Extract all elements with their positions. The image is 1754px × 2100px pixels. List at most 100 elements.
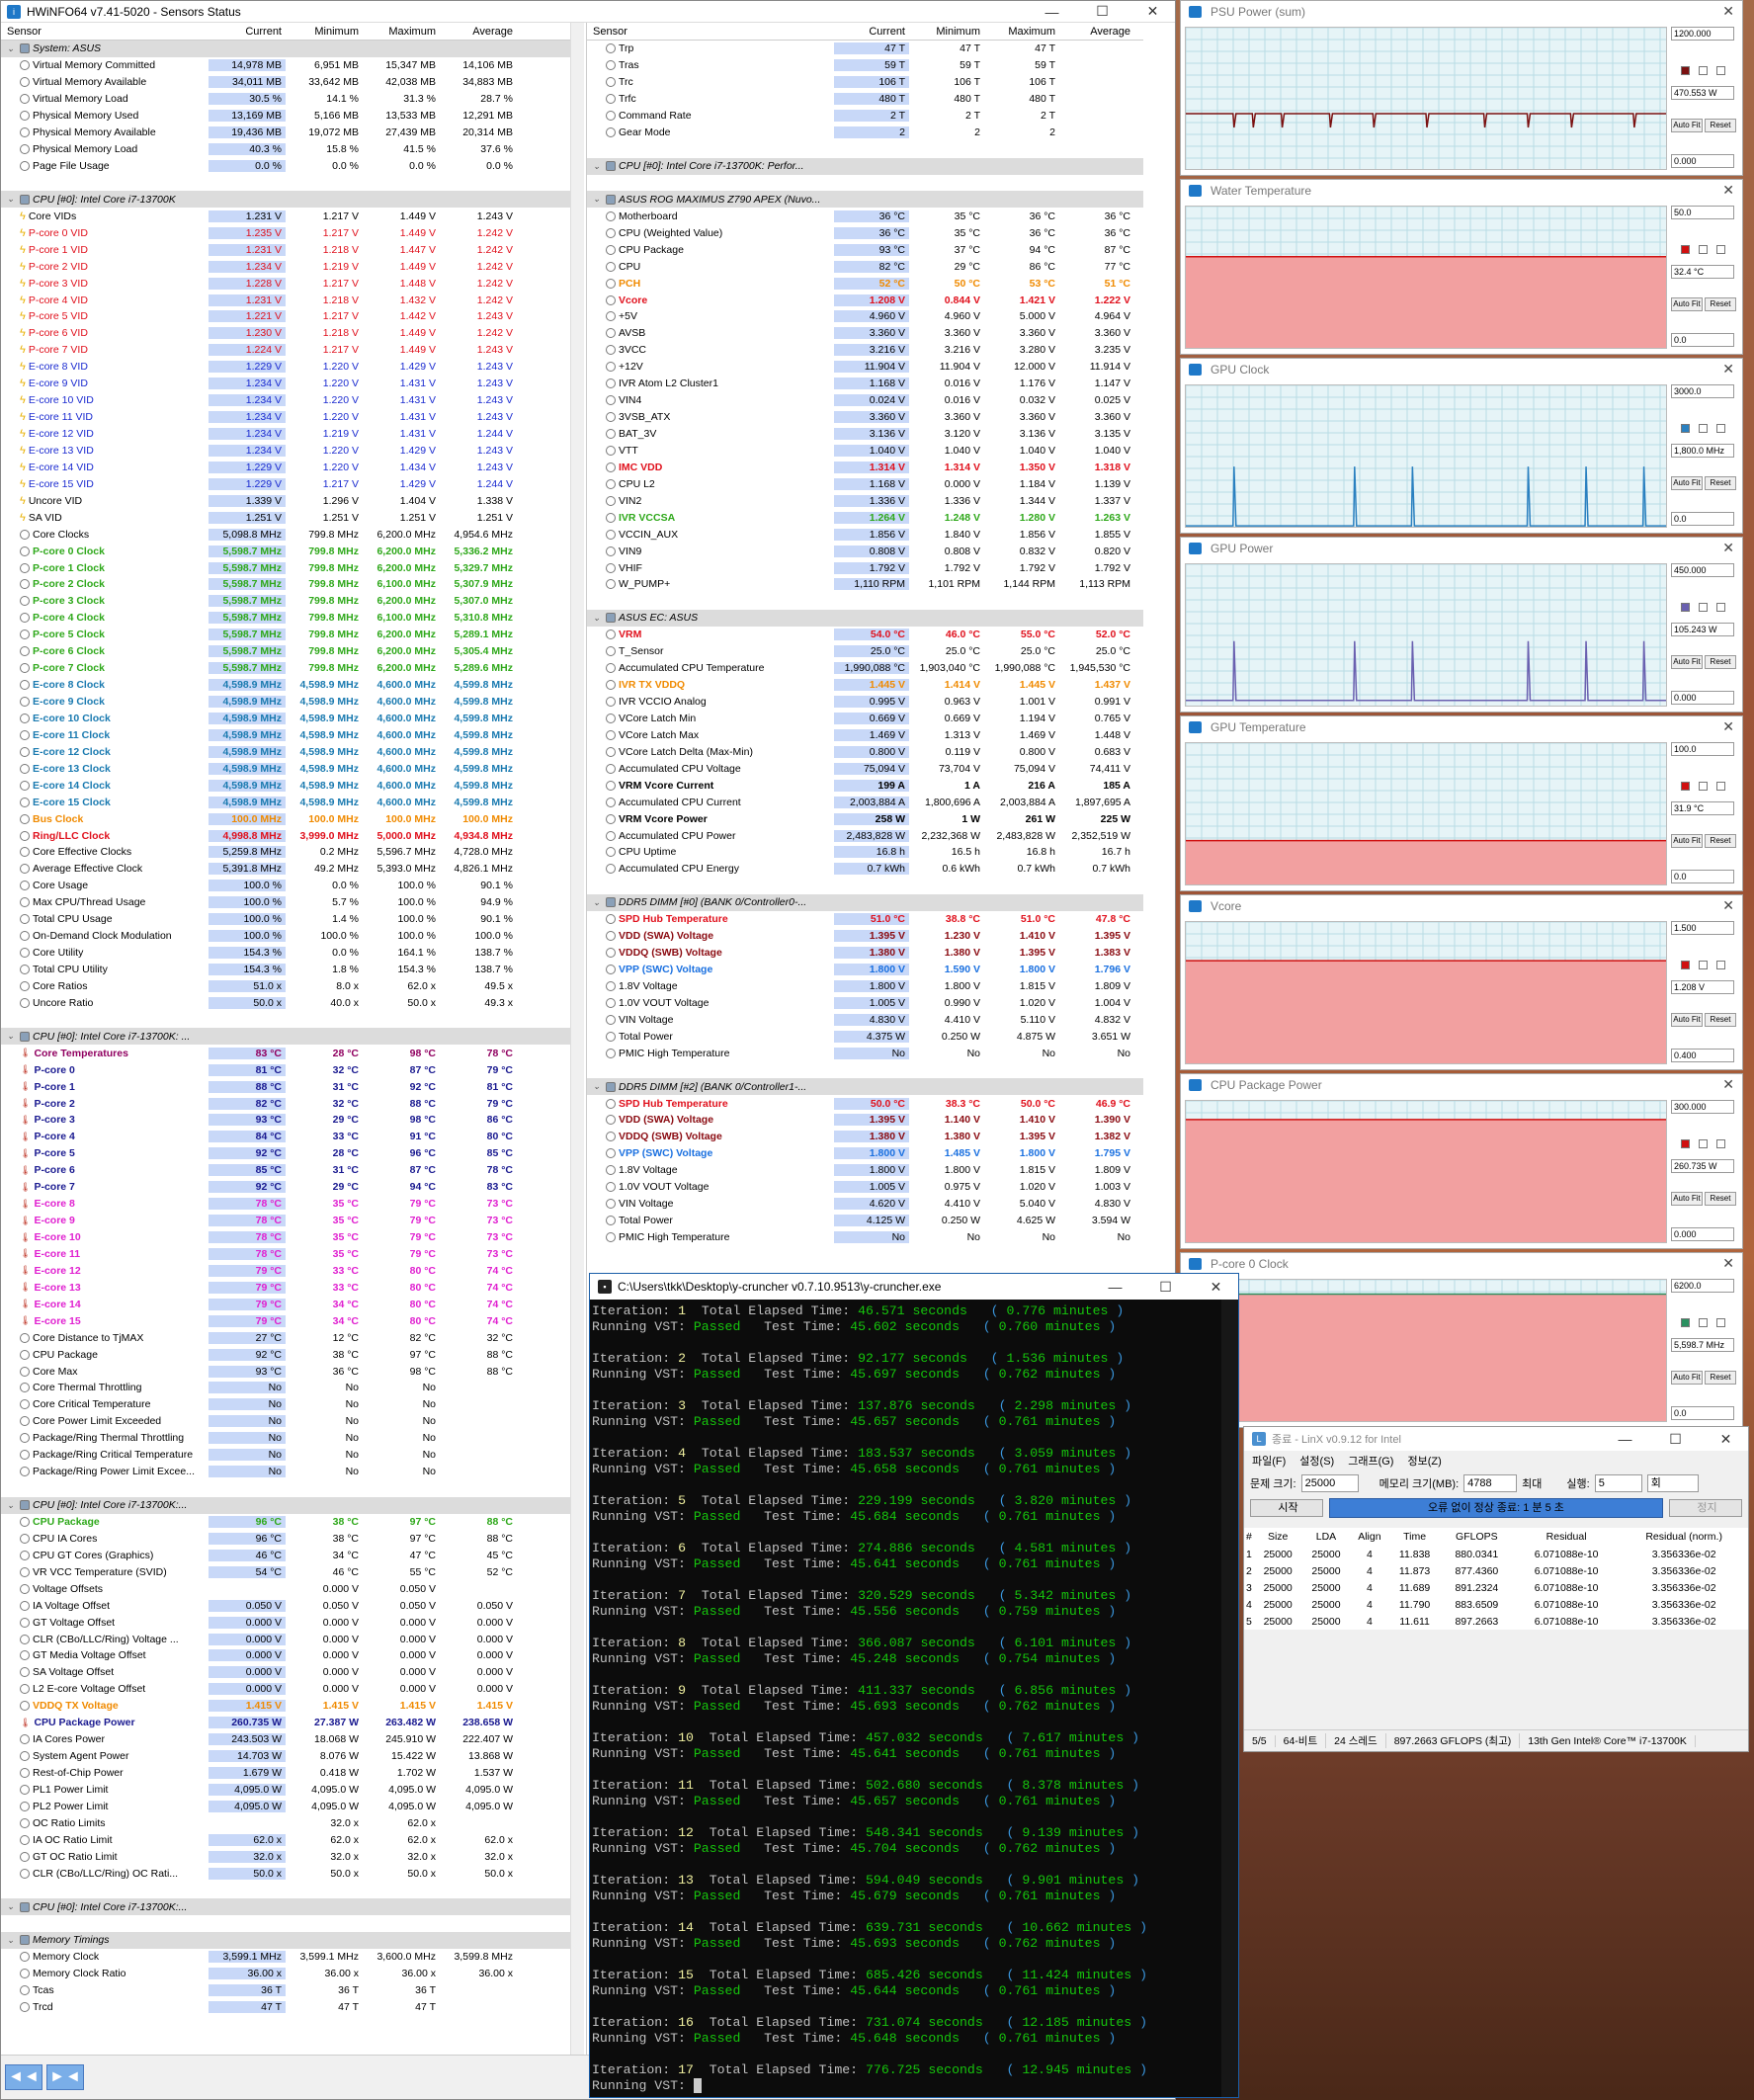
table-row[interactable]: 4 25000 25000 4 11.790 883.6509 6.071088e-10 3.… (1244, 1596, 1748, 1613)
linx-column-header[interactable]: Align (1350, 1528, 1388, 1546)
sensor-row[interactable]: ϟ E-core 11 VID 1.234 V 1.220 V 1.431 V 1.243… (1, 409, 584, 426)
column-header-maximum[interactable]: Maximum (363, 26, 440, 38)
sensor-row[interactable]: 🌡︎ P-core 5 92 °C 28 °C 96 °C 85 °C (1, 1145, 584, 1162)
sensor-row[interactable]: VIN Voltage 4.620 V 4.410 V 5.040 V 4.830 V (587, 1196, 1143, 1213)
auto-fit-button[interactable]: Auto Fit (1671, 655, 1703, 669)
sensor-row[interactable]: 1.0V VOUT Voltage 1.005 V 0.975 V 1.020 V 1.… (587, 1179, 1143, 1196)
linx-maximize-icon[interactable]: ☐ (1653, 1431, 1698, 1448)
sensor-row[interactable]: 3VCC 3.216 V 3.216 V 3.280 V 3.235 V (587, 342, 1143, 359)
sensor-row[interactable]: ϟ P-core 0 VID 1.235 V 1.217 V 1.449 V 1.242 … (1, 224, 584, 241)
sensor-row[interactable]: E-core 15 Clock 4,598.9 MHz 4,598.9 MHz 4,6… (1, 794, 584, 810)
sensor-row[interactable]: P-core 4 Clock 5,598.7 MHz 799.8 MHz 6,100.… (1, 610, 584, 627)
sensor-row[interactable]: Accumulated CPU Voltage 75,094 V 73,704 V7… (587, 760, 1143, 777)
sensor-row[interactable]: VRM Vcore Power 258 W1 W 261 W 225 W (587, 810, 1143, 827)
sensor-row[interactable]: VIN Voltage 4.830 V 4.410 V 5.110 V 4.832 V (587, 1011, 1143, 1028)
sensor-row[interactable]: VDDQ TX Voltage 1.415 V 1.415 V 1.415 V 1.41… (1, 1698, 584, 1715)
reset-button[interactable]: Reset (1705, 1013, 1736, 1027)
auto-fit-button[interactable]: Auto Fit (1671, 1371, 1703, 1385)
series-color-swatch[interactable] (1681, 424, 1690, 433)
graph-option-checkbox[interactable] (1699, 424, 1708, 433)
sensor-row[interactable]: Core Max 93 °C 36 °C 98 °C 88 °C (1, 1363, 584, 1380)
sensor-row[interactable]: P-core 3 Clock 5,598.7 MHz 799.8 MHz 6,200.… (1, 593, 584, 610)
sensor-row[interactable]: CPU (Weighted Value) 36 °C 35 °C 36 °C 36 °C (587, 224, 1143, 241)
sensor-row[interactable]: ϟ E-core 9 VID 1.234 V 1.220 V 1.431 V 1.243 … (1, 376, 584, 392)
sensor-row[interactable]: 🌡︎ E-core 9 78 °C 35 °C 79 °C 73 °C (1, 1213, 584, 1229)
graph-min-value[interactable]: 0.0 (1671, 333, 1734, 347)
sensor-row[interactable]: Trp 47 T 47 T 47 T (587, 41, 1143, 57)
sensor-group-header[interactable]: ⌄ ASUS EC: ASUS (587, 609, 1143, 627)
left-pane-scrollbar[interactable] (570, 23, 584, 2055)
auto-fit-button[interactable]: Auto Fit (1671, 1192, 1703, 1206)
graph-close-icon[interactable]: ✕ (1722, 718, 1734, 735)
sensor-row[interactable]: ϟ E-core 10 VID 1.234 V 1.220 V 1.431 V 1.243… (1, 392, 584, 409)
linx-column-header[interactable]: Residual (norm.) (1620, 1528, 1748, 1546)
linx-column-header[interactable]: Time (1388, 1528, 1440, 1546)
sensor-row[interactable]: Physical Memory Available 19,436 MB 19,072… (1, 125, 584, 141)
sensor-row[interactable]: PMIC High Temperature No No No No (587, 1229, 1143, 1246)
graph-close-icon[interactable]: ✕ (1722, 1076, 1734, 1093)
sensor-row[interactable]: Virtual Memory Load 30.5 % 14.1 % 31.3 % 28.… (1, 91, 584, 108)
collapse-chevron-icon[interactable]: ⌄ (7, 194, 17, 205)
sensor-row[interactable]: IVR Atom L2 Cluster1 1.168 V 0.016 V 1.176 … (587, 376, 1143, 392)
collapse-chevron-icon[interactable]: ⌄ (7, 1500, 17, 1511)
sensor-group-header[interactable]: ⌄ Memory Timings (1, 1931, 584, 1949)
sensor-row[interactable]: E-core 10 Clock 4,598.9 MHz 4,598.9 MHz 4,6… (1, 711, 584, 727)
sensor-row[interactable]: P-core 1 Clock 5,598.7 MHz 799.8 MHz 6,200.… (1, 559, 584, 576)
graph-option-checkbox[interactable] (1699, 1139, 1708, 1148)
sensor-row[interactable]: Motherboard 36 °C 35 °C 36 °C 36 °C (587, 208, 1143, 224)
sensor-row[interactable]: ϟ P-core 3 VID 1.228 V 1.217 V 1.448 V 1.242 … (1, 275, 584, 292)
auto-fit-button[interactable]: Auto Fit (1671, 834, 1703, 848)
sensor-row[interactable]: Total Power 4.125 W 0.250 W 4.625 W 3.594 W (587, 1213, 1143, 1229)
graph-option-checkbox[interactable] (1716, 424, 1725, 433)
sensor-row[interactable]: Vcore 1.208 V 0.844 V 1.421 V 1.222 V (587, 292, 1143, 308)
graph-close-icon[interactable]: ✕ (1722, 3, 1734, 20)
auto-fit-button[interactable]: Auto Fit (1671, 476, 1703, 490)
sensor-row[interactable]: Tras 59 T 59 T 59 T (587, 57, 1143, 74)
console-scrollbar[interactable] (1221, 1300, 1238, 2097)
sensor-row[interactable]: Page File Usage 0.0 % 0.0 % 0.0 % 0.0 % (1, 158, 584, 175)
sensor-row[interactable]: Total Power 4.375 W 0.250 W 4.875 W 3.651 W (587, 1028, 1143, 1045)
sensor-row[interactable]: GT Media Voltage Offset 0.000 V 0.000 V 0.0… (1, 1647, 584, 1664)
sensor-row[interactable]: VDDQ (SWB) Voltage 1.380 V 1.380 V 1.395 V1… (587, 1129, 1143, 1145)
graph-option-checkbox[interactable] (1716, 245, 1725, 254)
reset-button[interactable]: Reset (1705, 1192, 1736, 1206)
run-count-select[interactable]: 5 (1594, 1474, 1642, 1492)
nav-prev-button[interactable]: ◄◄ (5, 2064, 42, 2090)
graph-max-value[interactable]: 450.000 (1671, 563, 1734, 577)
sensor-row[interactable]: Core Usage 100.0 % 0.0 % 100.0 % 90.1 % (1, 878, 584, 894)
series-color-swatch[interactable] (1681, 1318, 1690, 1327)
graph-min-value[interactable]: 0.000 (1671, 691, 1734, 705)
sensor-row[interactable]: Accumulated CPU Energy 0.7 kWh 0.6 kWh 0.7 … (587, 861, 1143, 878)
column-header-minimum[interactable]: Minimum (909, 26, 984, 38)
maximize-icon[interactable]: ☐ (1080, 3, 1125, 20)
sensor-group-header[interactable]: ⌄ CPU [#0]: Intel Core i7-13700K: ... (1, 1028, 584, 1046)
collapse-chevron-icon[interactable]: ⌄ (7, 1901, 17, 1912)
sensor-row[interactable]: 🌡︎ P-core 0 81 °C 32 °C 87 °C 79 °C (1, 1061, 584, 1078)
sensor-row[interactable]: 🌡︎ P-core 2 82 °C 32 °C 88 °C 79 °C (1, 1095, 584, 1112)
sensor-row[interactable]: Average Effective Clock 5,391.8 MHz 49.2 M… (1, 861, 584, 878)
sensor-row[interactable]: Command Rate 2 T2 T2 T (587, 108, 1143, 125)
graph-min-value[interactable]: 0.0 (1671, 512, 1734, 526)
graph-min-value[interactable]: 0.0 (1671, 1406, 1734, 1420)
sensor-row[interactable]: 3VSB_ATX 3.360 V 3.360 V 3.360 V 3.360 V (587, 409, 1143, 426)
collapse-chevron-icon[interactable]: ⌄ (593, 1081, 603, 1092)
sensor-row[interactable]: 🌡︎ E-core 10 78 °C 35 °C 79 °C 73 °C (1, 1229, 584, 1246)
sensor-row[interactable]: OC Ratio Limits 32.0 x 62.0 x (1, 1814, 584, 1831)
sensor-row[interactable]: Core Effective Clocks 5,259.8 MHz 0.2 MHz 5… (1, 844, 584, 861)
sensor-group-header[interactable]: ⌄ ASUS ROG MAXIMUS Z790 APEX (Nuvo... (587, 191, 1143, 209)
minimize-icon[interactable]: — (1030, 4, 1074, 20)
sensor-row[interactable]: IVR VCCIO Analog 0.995 V 0.963 V 1.001 V 0.9… (587, 694, 1143, 711)
linx-column-header[interactable]: GFLOPS (1441, 1528, 1513, 1546)
sensor-row[interactable]: P-core 2 Clock 5,598.7 MHz 799.8 MHz 6,100.… (1, 576, 584, 593)
linx-column-header[interactable]: # (1244, 1528, 1254, 1546)
sensor-row[interactable]: VCCIN_AUX 1.856 V 1.840 V 1.856 V 1.855 V (587, 526, 1143, 543)
memory-size-select[interactable]: 4788 (1463, 1474, 1518, 1492)
graph-min-value[interactable]: 0.000 (1671, 1227, 1734, 1241)
linx-column-header[interactable]: LDA (1302, 1528, 1351, 1546)
column-header[interactable]: Sensor Current Minimum Maximum Average (587, 23, 1143, 41)
sensor-row[interactable]: Core Clocks 5,098.8 MHz 799.8 MHz 6,200.0 M… (1, 526, 584, 543)
linx-close-icon[interactable]: ✕ (1704, 1431, 1748, 1448)
sensor-row[interactable]: E-core 14 Clock 4,598.9 MHz 4,598.9 MHz 4,6… (1, 777, 584, 794)
sensor-row[interactable]: Package/Ring Power Limit Excee... No No No (1, 1464, 584, 1480)
sensor-group-header[interactable]: ⌄ CPU [#0]: Intel Core i7-13700K:... (1, 1898, 584, 1915)
